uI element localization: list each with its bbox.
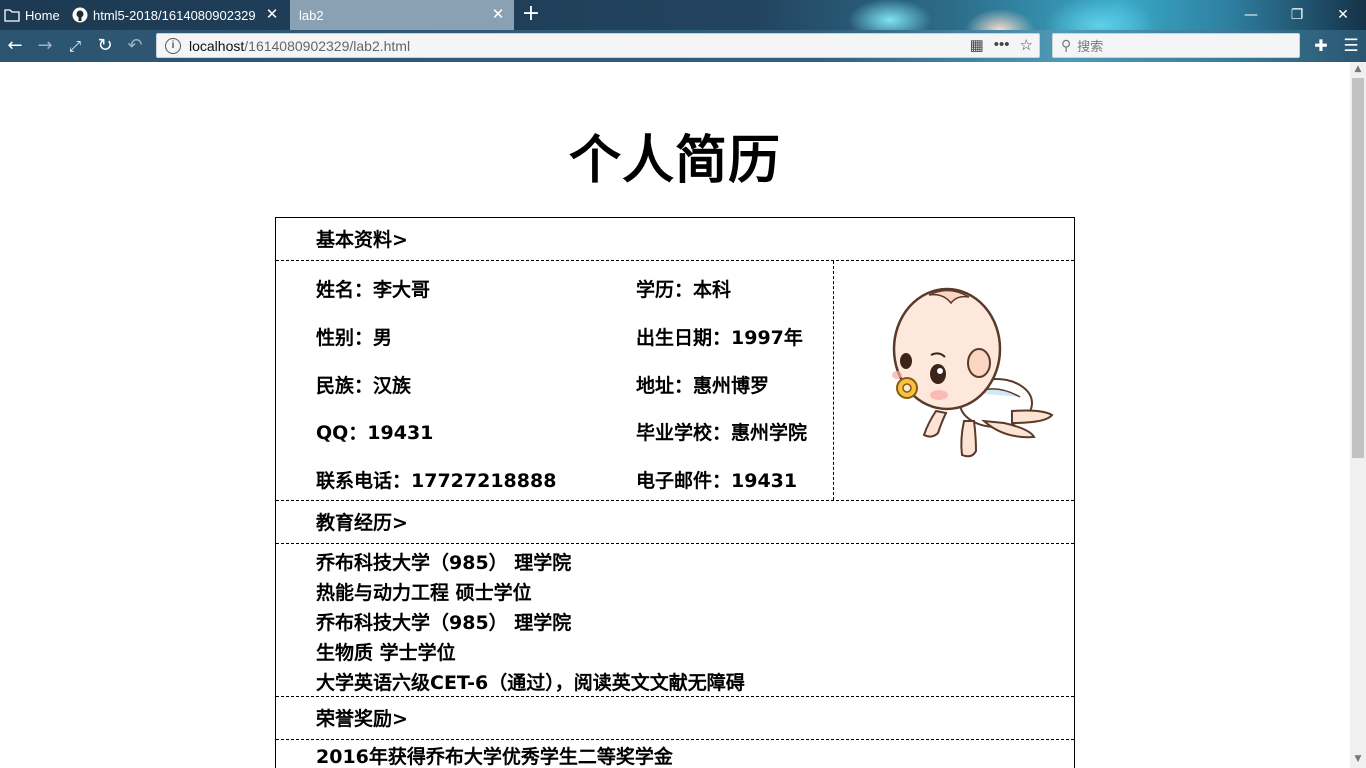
- tab-lab2-label: lab2: [299, 7, 324, 23]
- more-options-icon[interactable]: •••: [994, 36, 1010, 54]
- awards-section: 2016年获得乔布大学优秀学生二等奖学金: [276, 740, 1074, 768]
- scroll-thumb[interactable]: [1352, 78, 1364, 458]
- name-field: 姓名：李大哥: [316, 279, 431, 301]
- fullscreen-icon[interactable]: ⤢: [64, 35, 86, 57]
- close-tab-icon[interactable]: ✕: [490, 7, 506, 23]
- edu-line: 生物质 学士学位: [316, 642, 456, 664]
- reload-icon[interactable]: ↻: [94, 35, 116, 57]
- bookmark-star-icon[interactable]: ☆: [1020, 36, 1033, 54]
- edu-line: 大学英语六级CET-6（通过），阅读英文文献无障碍: [316, 672, 745, 694]
- back-arrow-icon[interactable]: ←: [4, 35, 26, 57]
- edu-line: 热能与动力工程 硕士学位: [316, 582, 532, 604]
- gender-field: 性别：男: [316, 327, 393, 349]
- tab-home-label: Home: [25, 7, 60, 23]
- tab-html5[interactable]: html5-2018/1614080902329 ✕: [72, 0, 288, 30]
- site-info-icon[interactable]: i: [165, 37, 181, 54]
- restore-button[interactable]: ❐: [1282, 4, 1312, 26]
- email-field: 电子邮件：19431: [636, 470, 798, 492]
- section-header-awards: 荣誉奖励>: [276, 697, 1074, 740]
- url-host: localhost: [189, 37, 245, 54]
- ethnicity-field: 民族：汉族: [316, 375, 412, 397]
- vertical-scrollbar[interactable]: ▲ ▼: [1350, 62, 1366, 768]
- minimize-button[interactable]: —: [1236, 4, 1266, 26]
- new-tab-button[interactable]: +: [520, 3, 542, 26]
- extensions-icon[interactable]: ✚: [1310, 35, 1332, 57]
- address-bar[interactable]: i localhost/1614080902329/lab2.html ▦ ••…: [156, 33, 1040, 58]
- search-placeholder: 搜索: [1077, 40, 1104, 55]
- undo-close-icon[interactable]: ↶: [124, 35, 146, 57]
- basic-info-section: 姓名：李大哥 学历：本科 性别：男 出生日期：1997年 民族：汉族 地址：惠州…: [276, 261, 1074, 501]
- edu-line: 乔布科技大学（985） 理学院: [316, 552, 572, 574]
- scroll-down-arrow-icon[interactable]: ▼: [1350, 754, 1366, 766]
- navigation-bar: ← → ⤢ ↻ ↶ i localhost/1614080902329/lab2…: [0, 30, 1366, 62]
- github-icon: [72, 7, 88, 23]
- search-icon: ⚲: [1061, 37, 1072, 54]
- hamburger-menu-icon[interactable]: ☰: [1340, 35, 1362, 57]
- profile-photo: [834, 261, 1074, 500]
- education-field: 学历：本科: [636, 279, 732, 301]
- page-viewport: 个人简历 基本资料> 姓名：李大哥 学历：本科 性别：男 出生日期：1997年 …: [0, 62, 1350, 768]
- education-section: 乔布科技大学（985） 理学院 热能与动力工程 硕士学位 乔布科技大学（985）…: [276, 544, 1074, 697]
- scroll-up-arrow-icon[interactable]: ▲: [1350, 64, 1366, 76]
- folder-icon: [4, 7, 20, 23]
- school-field: 毕业学校：惠州学院: [636, 422, 808, 444]
- forward-arrow-icon[interactable]: →: [34, 35, 56, 57]
- tab-html5-label: html5-2018/1614080902329: [93, 7, 256, 23]
- tab-bar: Home html5-2018/1614080902329 ✕ lab2 ✕ +…: [0, 0, 1366, 30]
- close-tab-icon[interactable]: ✕: [264, 7, 280, 23]
- address-field: 地址：惠州博罗: [636, 375, 770, 397]
- section-header-basic: 基本资料>: [276, 218, 1074, 261]
- edu-line: 乔布科技大学（985） 理学院: [316, 612, 572, 634]
- basic-info-fields: 姓名：李大哥 学历：本科 性别：男 出生日期：1997年 民族：汉族 地址：惠州…: [276, 261, 834, 500]
- url-path: /1614080902329/lab2.html: [244, 37, 411, 54]
- phone-field: 联系电话：17727218888: [316, 470, 557, 492]
- tab-home[interactable]: Home: [4, 0, 66, 30]
- section-header-education: 教育经历>: [276, 501, 1074, 544]
- award-line: 2016年获得乔布大学优秀学生二等奖学金: [316, 746, 673, 768]
- page-title: 个人简历: [568, 131, 781, 191]
- birth-field: 出生日期：1997年: [636, 327, 803, 349]
- resume-table: 基本资料> 姓名：李大哥 学历：本科 性别：男 出生日期：1997年 民族：汉族…: [275, 217, 1075, 768]
- qr-code-icon[interactable]: ▦: [970, 36, 984, 54]
- search-box[interactable]: ⚲ 搜索: [1052, 33, 1300, 58]
- baby-illustration: [892, 287, 1054, 458]
- window-close-button[interactable]: ✕: [1328, 4, 1358, 26]
- tab-lab2[interactable]: lab2 ✕: [290, 0, 514, 30]
- theme-background-art: [770, 0, 1190, 30]
- qq-field: QQ：19431: [316, 422, 434, 444]
